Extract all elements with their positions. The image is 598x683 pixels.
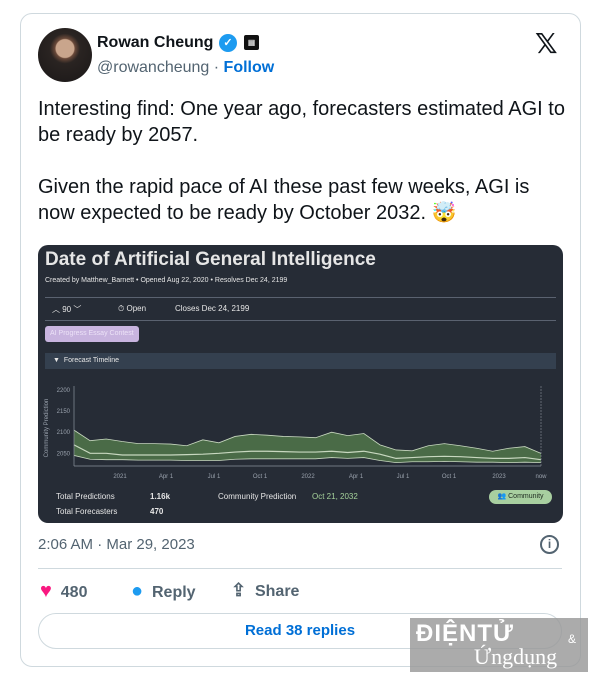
people-icon: 👥 — [497, 493, 507, 500]
total-predictions-value: 1.16k — [150, 492, 171, 501]
reply-label: Reply — [151, 584, 196, 601]
x-tick-label: 2023 — [492, 474, 506, 480]
x-tick-label: now — [535, 474, 547, 480]
y-tick-label: 2100 — [57, 430, 71, 436]
x-tick-label: Jul 1 — [397, 474, 410, 480]
x-tick-label: Jul 1 — [208, 474, 221, 480]
divider — [38, 568, 562, 569]
y-tick-label: 2150 — [57, 409, 71, 415]
x-tick-label: Apr 1 — [159, 474, 174, 480]
info-icon[interactable]: i — [540, 535, 559, 554]
y-tick-label: 2200 — [57, 388, 71, 394]
x-tick-label: Oct 1 — [442, 474, 457, 480]
tweet-text: Interesting find: One year ago, forecast… — [38, 98, 565, 224]
reply-bubble-icon: ● — [131, 580, 144, 602]
total-predictions-label: Total Predictions — [56, 492, 115, 501]
x-tick-label: 2021 — [113, 474, 127, 480]
author-name[interactable]: Rowan Cheung — [97, 34, 213, 52]
share-label: Share — [254, 583, 300, 600]
community-button[interactable]: 👥 Community — [489, 490, 552, 504]
forecast-chart: 2200 2150 2100 2050 2021 Apr 1 Jul 1 Oct 1 2022 A… — [44, 386, 547, 480]
y-axis-label: Community Prediction — [44, 399, 50, 458]
avatar[interactable] — [38, 28, 92, 82]
heart-icon: ♥ — [40, 580, 52, 602]
embedded-screenshot[interactable]: Date of Artificial General Intelligence … — [38, 245, 563, 523]
watermark-logo: ĐIỆNTỬ & Ứngdụng — [410, 618, 588, 672]
x-tick-label: Oct 1 — [253, 474, 268, 480]
total-forecasters-value: 470 — [150, 507, 164, 516]
community-prediction-value: Oct 21, 2032 — [312, 492, 358, 501]
share-icon: ⇪ — [231, 580, 247, 600]
separator: · — [213, 59, 220, 76]
author-handle-row: @rowancheung · Follow — [97, 59, 274, 77]
x-logo-icon[interactable]: 𝕏 — [535, 27, 558, 60]
total-forecasters-label: Total Forecasters — [56, 507, 118, 516]
x-tick-label: Apr 1 — [349, 474, 364, 480]
timestamp[interactable]: 2:06 AM · Mar 29, 2023 — [38, 536, 195, 553]
affiliate-badge-icon[interactable]: ▦ — [244, 35, 259, 50]
like-button[interactable]: ♥ 480 — [40, 580, 87, 603]
author-handle[interactable]: @rowancheung — [97, 59, 209, 76]
community-label: Community — [508, 493, 544, 500]
y-tick-label: 2050 — [57, 451, 71, 457]
share-button[interactable]: ⇪ Share — [231, 580, 299, 601]
follow-button[interactable]: Follow — [224, 59, 275, 76]
community-prediction-label: Community Prediction — [218, 492, 297, 501]
verified-badge-icon: ✓ — [219, 34, 237, 52]
x-tick-label: 2022 — [301, 474, 315, 480]
like-count: 480 — [60, 584, 88, 601]
reply-button[interactable]: ● Reply — [131, 580, 196, 603]
